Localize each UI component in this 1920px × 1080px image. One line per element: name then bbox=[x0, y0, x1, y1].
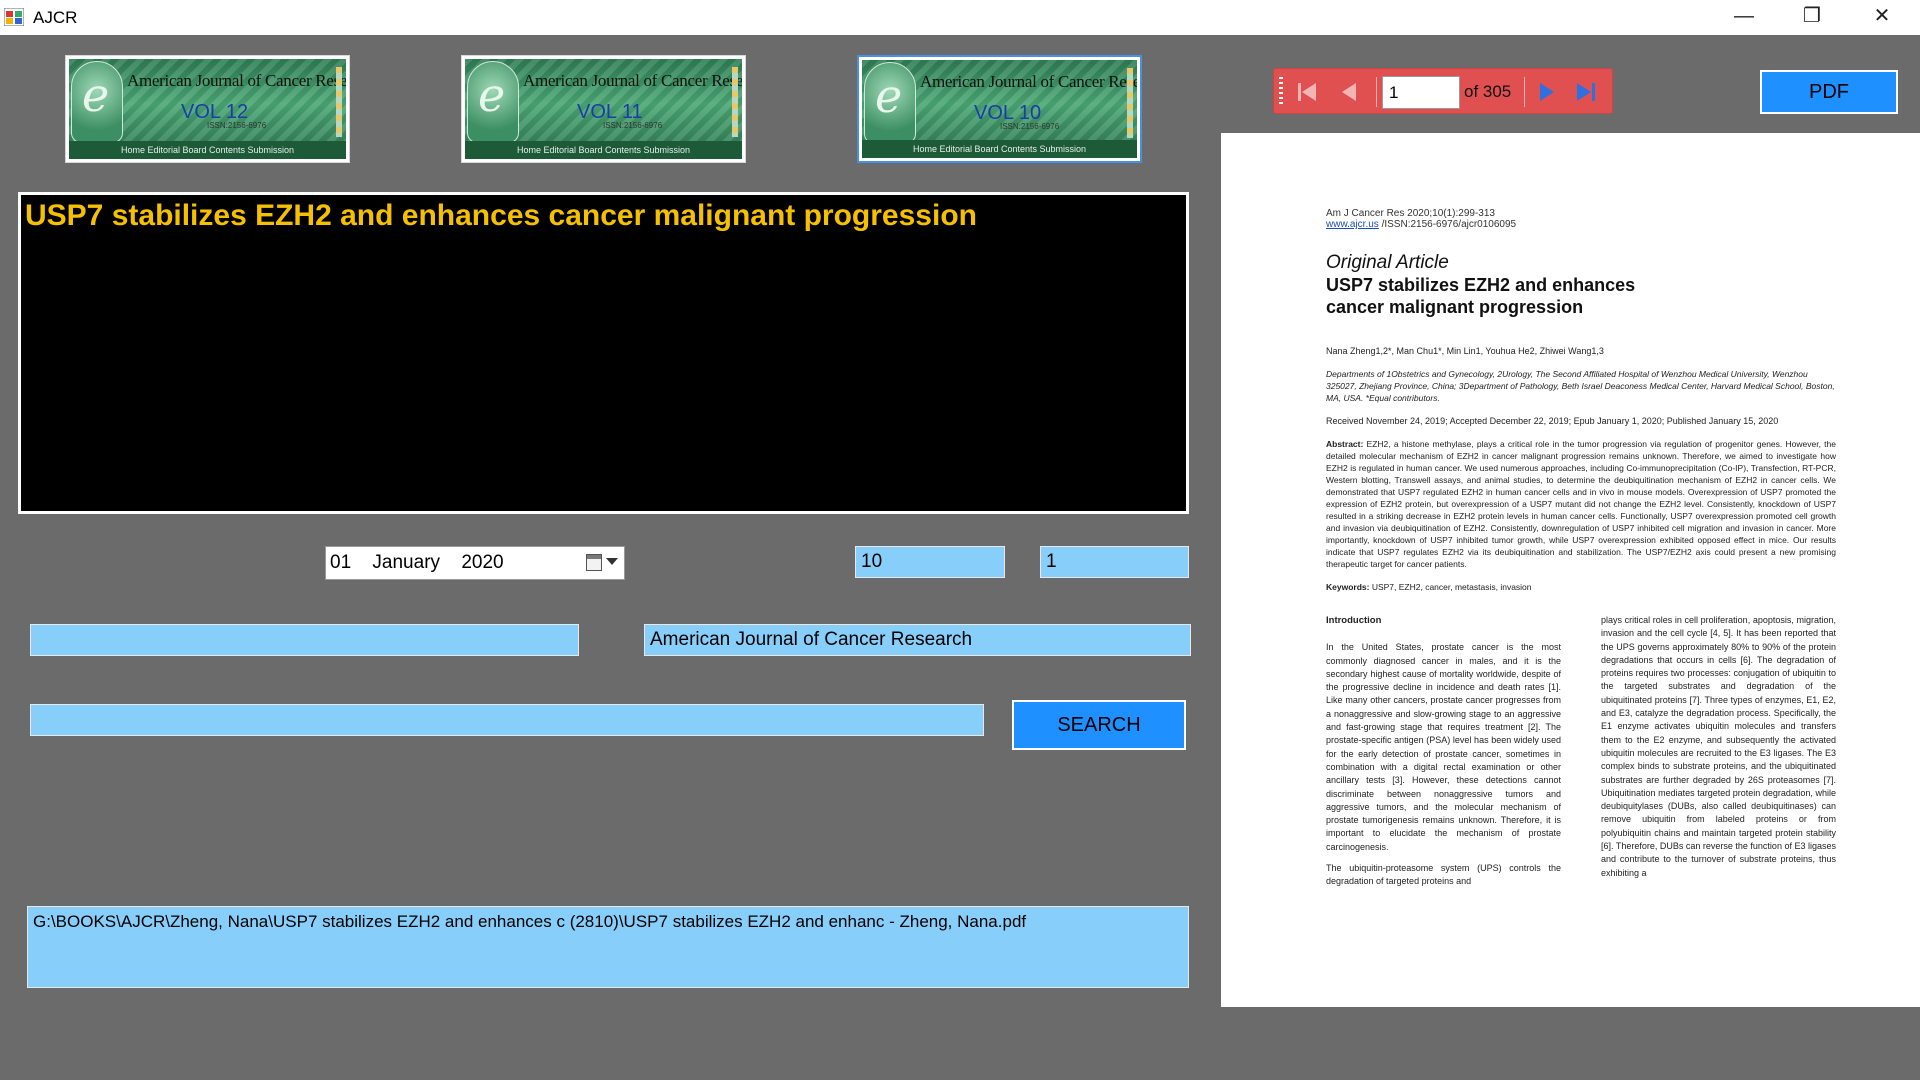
journal-logo-icon: e bbox=[864, 62, 916, 144]
pdf-keywords: Keywords: USP7, EZH2, cancer, metastasis… bbox=[1326, 582, 1836, 592]
banner-decoration bbox=[336, 67, 342, 137]
search-input[interactable] bbox=[30, 704, 984, 736]
pdf-citation: Am J Cancer Res 2020;10(1):299-313 bbox=[1326, 208, 1495, 219]
article-title-panel[interactable]: USP7 stabilizes EZH2 and enhances cancer… bbox=[18, 192, 1189, 514]
pdf-article-type: Original Article bbox=[1326, 252, 1449, 273]
pdf-authors: Nana Zheng1,2*, Man Chu1*, Min Lin1, You… bbox=[1326, 346, 1604, 356]
pdf-journal-link[interactable]: www.ajcr.us bbox=[1326, 219, 1379, 230]
toolbar-separator bbox=[1376, 77, 1377, 107]
minimize-button[interactable]: — bbox=[1710, 0, 1778, 35]
journal-logo-icon: e bbox=[71, 61, 123, 143]
date-year[interactable]: 2020 bbox=[461, 552, 503, 573]
calendar-dropdown-button[interactable] bbox=[584, 552, 618, 574]
calendar-icon bbox=[586, 554, 602, 571]
pdf-column-left: Introduction In the United States, prost… bbox=[1326, 614, 1561, 889]
date-month[interactable]: January bbox=[372, 552, 440, 573]
banner-journal-name: American Journal of Cancer Research bbox=[523, 71, 742, 90]
page-count-label: of 305 bbox=[1464, 82, 1512, 101]
journal-logo-icon: e bbox=[467, 61, 519, 143]
volume-thumbnail-11[interactable]: e American Journal of Cancer Research VO… bbox=[461, 55, 746, 163]
pdf-abstract-text: EZH2, a histone methylase, plays a criti… bbox=[1326, 439, 1836, 569]
pdf-title: USP7 stabilizes EZH2 and enhances cancer… bbox=[1326, 275, 1636, 317]
banner-decoration bbox=[1127, 68, 1133, 138]
file-path-field[interactable]: G:\BOOKS\AJCR\Zheng, Nana\USP7 stabilize… bbox=[27, 906, 1189, 988]
pdf-issn: /ISSN:2156-6976/ajcr0106095 bbox=[1378, 219, 1517, 230]
pdf-keywords-label: Keywords: bbox=[1326, 582, 1370, 592]
last-page-icon[interactable] bbox=[1571, 77, 1601, 107]
journal-field[interactable]: American Journal of Cancer Research bbox=[644, 624, 1191, 656]
pdf-paragraph: In the United States, prostate cancer is… bbox=[1326, 642, 1561, 852]
pdf-paragraph: The ubiquitin-proteasome system (UPS) co… bbox=[1326, 863, 1561, 887]
pdf-button[interactable]: PDF bbox=[1760, 70, 1898, 114]
banner-nav: Home Editorial Board Contents Submission bbox=[862, 140, 1137, 158]
toolbar-separator bbox=[1524, 77, 1525, 107]
pdf-body-columns: Introduction In the United States, prost… bbox=[1326, 614, 1836, 889]
pdf-affiliations: Departments of 1Obstetrics and Gynecolog… bbox=[1326, 369, 1835, 403]
pdf-keywords-text: USP7, EZH2, cancer, metastasis, invasion bbox=[1369, 582, 1532, 592]
journal-banner: e American Journal of Cancer Research VO… bbox=[69, 59, 346, 159]
banner-issn: ISSN:2156-6976 bbox=[603, 121, 663, 130]
banner-journal-name: American Journal of Cancer Research bbox=[920, 72, 1137, 91]
pdf-navigation-toolbar: 1 of 305 bbox=[1273, 68, 1613, 114]
pdf-abstract-label: Abstract: bbox=[1326, 439, 1364, 449]
app-icon bbox=[4, 8, 24, 26]
volume-thumbnail-12[interactable]: e American Journal of Cancer Research VO… bbox=[65, 55, 350, 163]
journal-banner: e American Journal of Cancer Research VO… bbox=[465, 59, 742, 159]
banner-nav: Home Editorial Board Contents Submission bbox=[69, 141, 346, 159]
title-bar: AJCR — ❐ ✕ bbox=[0, 0, 1920, 35]
pdf-intro-heading: Introduction bbox=[1326, 615, 1382, 626]
banner-issn: ISSN:2156-6976 bbox=[1000, 122, 1060, 131]
date-picker[interactable]: 01 January 2020 bbox=[325, 546, 625, 580]
close-button[interactable]: ✕ bbox=[1848, 0, 1916, 35]
banner-journal-name: American Journal of Cancer Research bbox=[127, 71, 346, 90]
previous-page-icon[interactable] bbox=[1334, 77, 1364, 107]
banner-nav: Home Editorial Board Contents Submission bbox=[465, 141, 742, 159]
volume-thumbnail-10[interactable]: e American Journal of Cancer Research VO… bbox=[857, 55, 1142, 163]
search-button[interactable]: SEARCH bbox=[1012, 700, 1186, 750]
window-title: AJCR bbox=[33, 8, 78, 27]
banner-issn: ISSN:2156-6976 bbox=[207, 121, 267, 130]
volume-field[interactable]: 10 bbox=[855, 546, 1005, 578]
first-page-icon[interactable] bbox=[1292, 77, 1322, 107]
banner-decoration bbox=[732, 67, 738, 137]
pdf-page-content: Am J Cancer Res 2020;10(1):299-313 www.a… bbox=[1326, 208, 1836, 889]
article-title: USP7 stabilizes EZH2 and enhances cancer… bbox=[25, 199, 977, 232]
pdf-column-right: plays critical roles in cell proliferati… bbox=[1601, 614, 1836, 889]
issue-field[interactable]: 1 bbox=[1040, 546, 1189, 578]
current-page-input[interactable]: 1 bbox=[1382, 76, 1460, 109]
journal-banner: e American Journal of Cancer Research VO… bbox=[862, 60, 1137, 158]
author-field[interactable] bbox=[30, 624, 579, 656]
pdf-link-line: www.ajcr.us /ISSN:2156-6976/ajcr0106095 bbox=[1326, 219, 1836, 230]
maximize-button[interactable]: ❐ bbox=[1778, 0, 1846, 35]
pdf-page-view[interactable]: Am J Cancer Res 2020;10(1):299-313 www.a… bbox=[1221, 133, 1920, 1007]
chevron-down-icon bbox=[606, 558, 618, 565]
next-page-icon[interactable] bbox=[1532, 77, 1562, 107]
toolbar-grip[interactable] bbox=[1279, 77, 1283, 107]
pdf-received-dates: Received November 24, 2019; Accepted Dec… bbox=[1326, 416, 1779, 426]
pdf-paragraph: plays critical roles in cell proliferati… bbox=[1601, 615, 1836, 878]
date-day[interactable]: 01 bbox=[330, 552, 351, 573]
pdf-abstract: Abstract: EZH2, a histone methylase, pla… bbox=[1326, 438, 1836, 570]
